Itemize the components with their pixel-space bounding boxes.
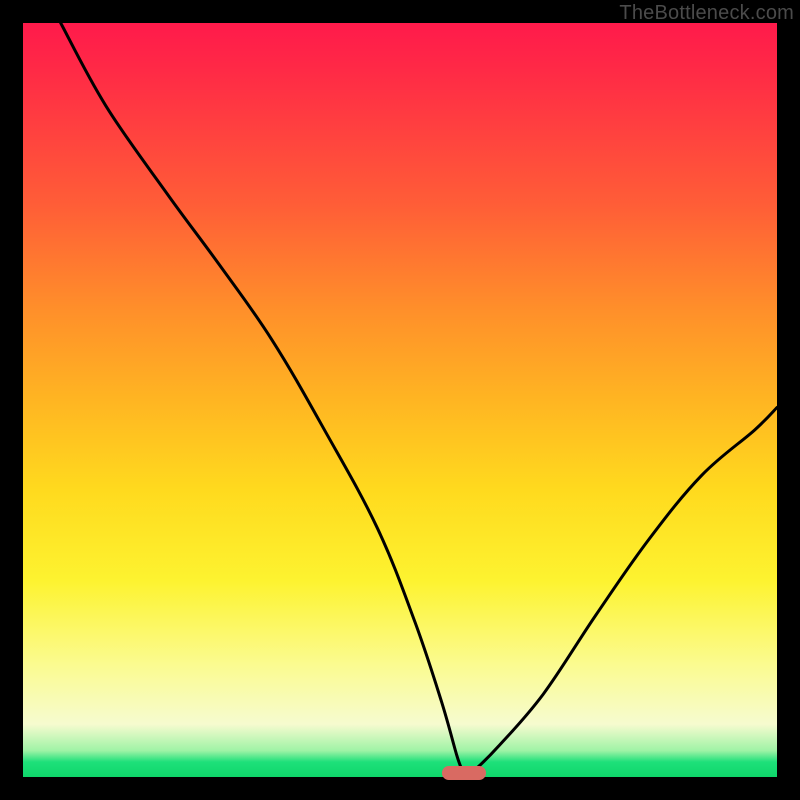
watermark-text: TheBottleneck.com [619, 2, 794, 25]
chart-frame [23, 23, 777, 777]
bottleneck-curve [23, 23, 777, 777]
optimal-marker [442, 766, 486, 780]
curve-path [61, 23, 777, 770]
